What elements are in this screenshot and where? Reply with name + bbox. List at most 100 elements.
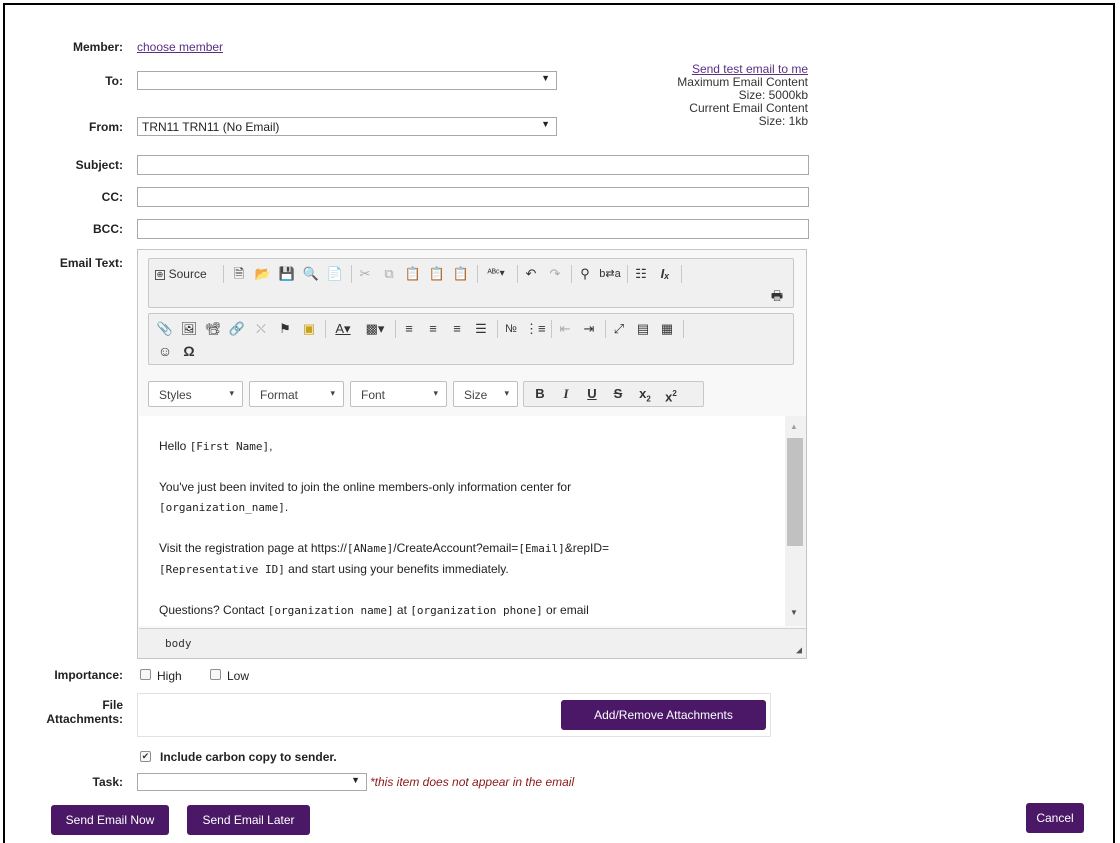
- scrollbar-thumb[interactable]: [787, 438, 803, 546]
- current-size-line-2: Size: 1kb: [758, 114, 808, 128]
- redo-icon[interactable]: ↷: [545, 265, 565, 283]
- to-select[interactable]: ▼: [137, 71, 557, 90]
- resize-handle-icon[interactable]: ◢: [796, 645, 802, 656]
- task-note: *this item does not appear in the email: [370, 775, 575, 789]
- send-email-later-button[interactable]: Send Email Later: [187, 805, 310, 835]
- special-char-icon[interactable]: Ω: [179, 342, 199, 360]
- attachments-box: Add/Remove Attachments: [137, 693, 771, 737]
- styles-combo[interactable]: Styles ▾: [148, 381, 243, 407]
- cut-icon[interactable]: ✂: [355, 265, 375, 283]
- size-combo-label: Size: [464, 388, 488, 402]
- cube-icon[interactable]: ▣: [299, 320, 319, 338]
- source-button[interactable]: ⊕ Source: [155, 265, 217, 283]
- dropdown-arrow-icon: ▼: [541, 119, 550, 129]
- horizontal-rule-icon[interactable]: ▤: [633, 320, 653, 338]
- task-select[interactable]: ▼: [137, 773, 367, 791]
- find-icon[interactable]: ⚲: [575, 265, 595, 283]
- table-icon[interactable]: ▦: [657, 320, 677, 338]
- subject-label: Subject:: [75, 158, 123, 172]
- format-combo[interactable]: Format ▾: [249, 381, 344, 407]
- editor-body[interactable]: Hello [First Name], You've just been inv…: [139, 416, 785, 626]
- high-checkbox[interactable]: [140, 669, 151, 680]
- low-label: Low: [227, 669, 250, 683]
- from-select[interactable]: TRN11 TRN11 (No Email) ▼: [137, 117, 557, 136]
- copy-icon[interactable]: ⧉: [379, 265, 399, 283]
- bcc-input[interactable]: [137, 219, 809, 239]
- bold-icon[interactable]: B: [530, 385, 550, 403]
- file-attachments-label: File Attachments:: [46, 698, 123, 726]
- low-checkbox[interactable]: [210, 669, 221, 680]
- subject-input[interactable]: [137, 155, 809, 175]
- scroll-up-arrow-icon[interactable]: ▲: [790, 422, 798, 431]
- scroll-down-arrow-icon[interactable]: ▼: [790, 608, 798, 617]
- body-paragraph-1: Hello [First Name],: [159, 439, 273, 453]
- flash-icon[interactable]: 📽: [203, 320, 223, 338]
- numbered-list-icon[interactable]: №: [501, 320, 521, 338]
- element-path[interactable]: body: [165, 637, 192, 650]
- basic-style-group: B I U S x2 x2: [523, 381, 704, 407]
- templates-icon[interactable]: 📄: [325, 265, 345, 283]
- align-center-icon[interactable]: ≡: [423, 320, 443, 338]
- body-paragraph-4: Questions? Contact [organization name] a…: [159, 603, 589, 617]
- body-paragraph-3: Visit the registration page at https://[…: [159, 541, 610, 576]
- high-label: High: [157, 669, 182, 683]
- spellcheck-icon[interactable]: ᴬᴮᶜ▾: [481, 265, 511, 283]
- to-label: To:: [105, 74, 123, 88]
- choose-member-link[interactable]: choose member: [137, 40, 223, 54]
- format-combo-label: Format: [260, 388, 299, 402]
- image-icon[interactable]: 🖼: [179, 320, 199, 338]
- preview-icon[interactable]: 🔍: [301, 265, 321, 283]
- cancel-button[interactable]: Cancel: [1026, 803, 1084, 833]
- underline-icon[interactable]: U: [582, 385, 602, 403]
- align-left-icon[interactable]: ≡: [399, 320, 419, 338]
- add-remove-attachments-button[interactable]: Add/Remove Attachments: [561, 700, 766, 730]
- indent-icon[interactable]: ⇥: [579, 320, 599, 338]
- save-icon[interactable]: 💾: [277, 265, 297, 283]
- maximize-icon[interactable]: ⤢: [609, 320, 629, 338]
- print-icon[interactable]: 🖶: [767, 287, 787, 305]
- outdent-icon[interactable]: ⇤: [555, 320, 575, 338]
- superscript-icon[interactable]: x2: [660, 385, 682, 406]
- remove-format-icon[interactable]: Iₓ: [655, 265, 675, 283]
- link-icon[interactable]: 🔗: [227, 320, 247, 338]
- caret-down-icon: ▾: [330, 388, 335, 398]
- anchor-flag-icon[interactable]: ⚑: [275, 320, 295, 338]
- editor-scrollbar[interactable]: ▲ ▼: [785, 416, 806, 626]
- new-page-icon[interactable]: 🗎: [229, 265, 249, 283]
- subscript-icon[interactable]: x2: [634, 385, 656, 409]
- body-paragraph-2: You've just been invited to join the onl…: [159, 480, 572, 514]
- paste-icon[interactable]: 📋: [403, 265, 423, 283]
- toolbar-row-1: ⊕ Source 🗎 📂 💾 🔍 📄 ✂ ⧉ 📋 📋 📋 ᴬᴮᶜ▾ ↶ ↷ ⚲ …: [148, 258, 794, 308]
- italic-icon[interactable]: I: [556, 385, 576, 403]
- carbon-copy-checkbox[interactable]: ✔: [140, 751, 151, 762]
- paste-word-icon[interactable]: 📋: [451, 265, 471, 283]
- from-label: From:: [89, 120, 123, 134]
- undo-icon[interactable]: ↶: [521, 265, 541, 283]
- styles-combo-label: Styles: [159, 388, 192, 402]
- size-combo[interactable]: Size ▾: [453, 381, 518, 407]
- font-combo-label: Font: [361, 388, 386, 402]
- justify-icon[interactable]: ☰: [471, 320, 491, 338]
- dropdown-arrow-icon: ▼: [541, 73, 550, 83]
- unlink-icon[interactable]: ⛌: [251, 320, 271, 338]
- paste-text-icon[interactable]: 📋: [427, 265, 447, 283]
- text-color-icon[interactable]: A▾: [329, 320, 357, 338]
- bg-color-icon[interactable]: ▩▾: [361, 320, 389, 338]
- align-right-icon[interactable]: ≡: [447, 320, 467, 338]
- carbon-copy-label: Include carbon copy to sender.: [160, 750, 337, 764]
- source-icon: ⊕: [155, 269, 165, 280]
- attach-icon[interactable]: 📎: [155, 320, 175, 338]
- cc-input[interactable]: [137, 187, 809, 207]
- replace-icon[interactable]: b⇄a: [599, 265, 621, 283]
- bulleted-list-icon[interactable]: ⋮≡: [525, 320, 546, 338]
- strikethrough-icon[interactable]: S: [608, 385, 628, 403]
- smiley-icon[interactable]: ☺: [155, 342, 175, 360]
- send-email-now-button[interactable]: Send Email Now: [51, 805, 169, 835]
- member-label: Member:: [72, 40, 123, 54]
- open-folder-icon[interactable]: 📂: [253, 265, 273, 283]
- email-text-label: Email Text:: [59, 256, 123, 270]
- select-all-icon[interactable]: ☷: [631, 265, 651, 283]
- task-label: Task:: [92, 775, 123, 789]
- caret-down-icon: ▾: [504, 388, 509, 398]
- font-combo[interactable]: Font ▾: [350, 381, 447, 407]
